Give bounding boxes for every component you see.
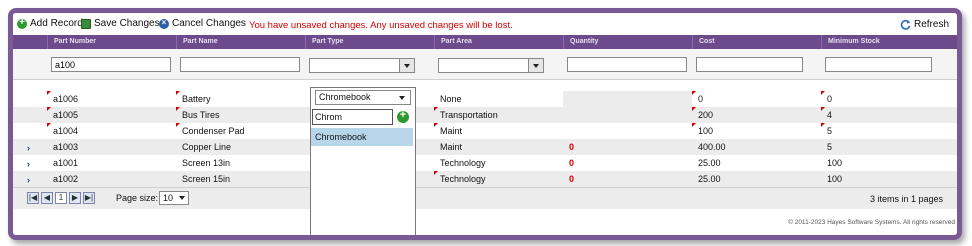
part-name-cell[interactable]: Screen 15in bbox=[176, 171, 230, 187]
cost-cell[interactable]: 25.00 bbox=[692, 171, 721, 187]
column-header-part-area[interactable]: Part Area bbox=[434, 35, 563, 49]
plus-circle-icon: + bbox=[17, 17, 27, 29]
items-info: 3 items in 1 pages bbox=[869, 194, 943, 204]
column-header-part-name[interactable]: Part Name bbox=[176, 35, 305, 49]
part-area-filter[interactable] bbox=[438, 58, 544, 73]
minimum-stock-cell[interactable]: 0 bbox=[821, 91, 832, 107]
minimum-stock-cell[interactable]: 5 bbox=[821, 139, 832, 155]
part-area-cell[interactable]: Technology bbox=[434, 171, 486, 187]
part-name-cell[interactable]: Copper Line bbox=[176, 139, 231, 155]
column-header-row: Part Number Part Name Part Type Part Are… bbox=[13, 35, 957, 49]
refresh-icon bbox=[900, 19, 911, 30]
pager-first-button[interactable]: |◀ bbox=[27, 192, 39, 204]
table-row[interactable]: › a1002 Screen 15in Technology 0 25.00 1… bbox=[13, 171, 957, 187]
copyright-text: © 2011-2023 Hayes Software Systems. All … bbox=[788, 219, 955, 226]
column-header-cost[interactable]: Cost bbox=[692, 35, 821, 49]
pager-page-number[interactable]: 1 bbox=[55, 192, 67, 204]
minimum-stock-cell[interactable]: 5 bbox=[821, 123, 832, 139]
column-header-part-number[interactable]: Part Number bbox=[47, 35, 176, 49]
table-row[interactable]: a1006 Battery None 0 0 bbox=[13, 91, 957, 107]
part-type-search-input[interactable]: Chrom bbox=[312, 109, 393, 125]
table-row[interactable]: a1004 Condenser Pad Maint 100 5 bbox=[13, 123, 957, 139]
pager-last-button[interactable]: ▶| bbox=[83, 192, 95, 204]
cost-cell[interactable]: 100 bbox=[692, 123, 713, 139]
part-area-cell[interactable]: Transportation bbox=[434, 107, 498, 123]
copyright-bar: © 2011-2023 Hayes Software Systems. All … bbox=[13, 209, 957, 235]
part-area-cell[interactable]: None bbox=[434, 91, 462, 107]
part-area-cell[interactable]: Technology bbox=[434, 155, 486, 171]
part-name-cell[interactable]: Battery bbox=[176, 91, 211, 107]
part-type-dropdown-panel: Chromebook Chrom Chromebook bbox=[310, 87, 416, 235]
unsaved-changes-warning: You have unsaved changes. Any unsaved ch… bbox=[249, 20, 513, 31]
part-area-cell[interactable]: Maint bbox=[434, 139, 462, 155]
part-number-cell[interactable]: a1005 bbox=[47, 107, 78, 123]
cancel-changes-button[interactable]: × Cancel Changes bbox=[159, 18, 246, 29]
pager-next-button[interactable]: ▶ bbox=[69, 192, 81, 204]
part-name-cell[interactable]: Bus Tires bbox=[176, 107, 220, 123]
part-number-cell[interactable]: a1006 bbox=[47, 91, 78, 107]
minimum-stock-cell[interactable]: 100 bbox=[821, 171, 842, 187]
cancel-changes-label: Cancel Changes bbox=[172, 18, 246, 29]
dropdown-option[interactable]: Chromebook bbox=[311, 128, 413, 146]
filter-row bbox=[13, 49, 957, 80]
column-header-minimum-stock[interactable]: Minimum Stock bbox=[821, 35, 957, 49]
expand-row-icon[interactable]: › bbox=[27, 143, 30, 153]
cost-cell[interactable]: 200 bbox=[692, 107, 713, 123]
part-type-editor-select[interactable]: Chromebook bbox=[315, 90, 411, 105]
grid-window: + Add Record Save Changes × Cancel Chang… bbox=[8, 8, 962, 240]
grid-pager: |◀ ◀ 1 ▶ ▶| Page size: 10 3 items in 1 p… bbox=[13, 187, 957, 210]
quantity-filter[interactable] bbox=[567, 57, 687, 72]
add-record-button[interactable]: + Add Record bbox=[17, 17, 83, 29]
part-type-filter[interactable] bbox=[309, 58, 415, 73]
chevron-down-icon bbox=[399, 59, 414, 72]
part-area-cell[interactable]: Maint bbox=[434, 123, 462, 139]
column-header-part-type[interactable]: Part Type bbox=[305, 35, 434, 49]
quantity-cell[interactable]: 0 bbox=[563, 139, 574, 155]
save-changes-label: Save Changes bbox=[94, 18, 160, 29]
table-row[interactable]: › a1001 Screen 13in Technology 0 25.00 1… bbox=[13, 155, 957, 171]
expander-column-header bbox=[13, 35, 47, 49]
quantity-cell[interactable] bbox=[563, 107, 569, 123]
add-option-icon[interactable] bbox=[397, 109, 409, 123]
table-row[interactable]: › a1003 Copper Line Maint 0 400.00 5 bbox=[13, 139, 957, 155]
quantity-cell[interactable]: 0 bbox=[563, 171, 574, 187]
add-record-label: Add Record bbox=[30, 18, 83, 29]
column-header-quantity[interactable]: Quantity bbox=[563, 35, 692, 49]
quantity-cell[interactable] bbox=[563, 123, 569, 139]
chevron-down-icon bbox=[528, 59, 543, 72]
cost-filter[interactable] bbox=[696, 57, 803, 72]
page-size-label: Page size: bbox=[116, 193, 159, 203]
quantity-cell[interactable] bbox=[563, 91, 692, 107]
part-number-filter[interactable] bbox=[51, 57, 171, 72]
save-changes-button[interactable]: Save Changes bbox=[81, 18, 160, 29]
pager-prev-button[interactable]: ◀ bbox=[41, 192, 53, 204]
part-number-cell[interactable]: a1001 bbox=[47, 155, 78, 171]
part-name-cell[interactable]: Condenser Pad bbox=[176, 123, 245, 139]
cost-cell[interactable]: 0 bbox=[692, 91, 703, 107]
page-size-select[interactable]: 10 bbox=[159, 191, 189, 205]
part-name-cell[interactable]: Screen 13in bbox=[176, 155, 230, 171]
minimum-stock-cell[interactable]: 100 bbox=[821, 155, 842, 171]
expand-row-icon[interactable]: › bbox=[27, 159, 30, 169]
refresh-button[interactable]: Refresh bbox=[900, 19, 949, 30]
expand-row-icon[interactable]: › bbox=[27, 175, 30, 185]
floppy-disk-icon bbox=[81, 18, 91, 29]
part-number-cell[interactable]: a1004 bbox=[47, 123, 78, 139]
cancel-circle-icon: × bbox=[159, 18, 169, 29]
grid-toolbar: + Add Record Save Changes × Cancel Chang… bbox=[13, 13, 957, 35]
table-row[interactable]: a1005 Bus Tires Transportation 200 4 bbox=[13, 107, 957, 123]
minimum-stock-filter[interactable] bbox=[825, 57, 932, 72]
cost-cell[interactable]: 400.00 bbox=[692, 139, 726, 155]
cost-cell[interactable]: 25.00 bbox=[692, 155, 721, 171]
part-number-cell[interactable]: a1003 bbox=[47, 139, 78, 155]
quantity-cell[interactable]: 0 bbox=[563, 155, 574, 171]
minimum-stock-cell[interactable]: 4 bbox=[821, 107, 832, 123]
part-number-cell[interactable]: a1002 bbox=[47, 171, 78, 187]
part-name-filter[interactable] bbox=[180, 57, 300, 72]
refresh-label: Refresh bbox=[913, 19, 949, 30]
